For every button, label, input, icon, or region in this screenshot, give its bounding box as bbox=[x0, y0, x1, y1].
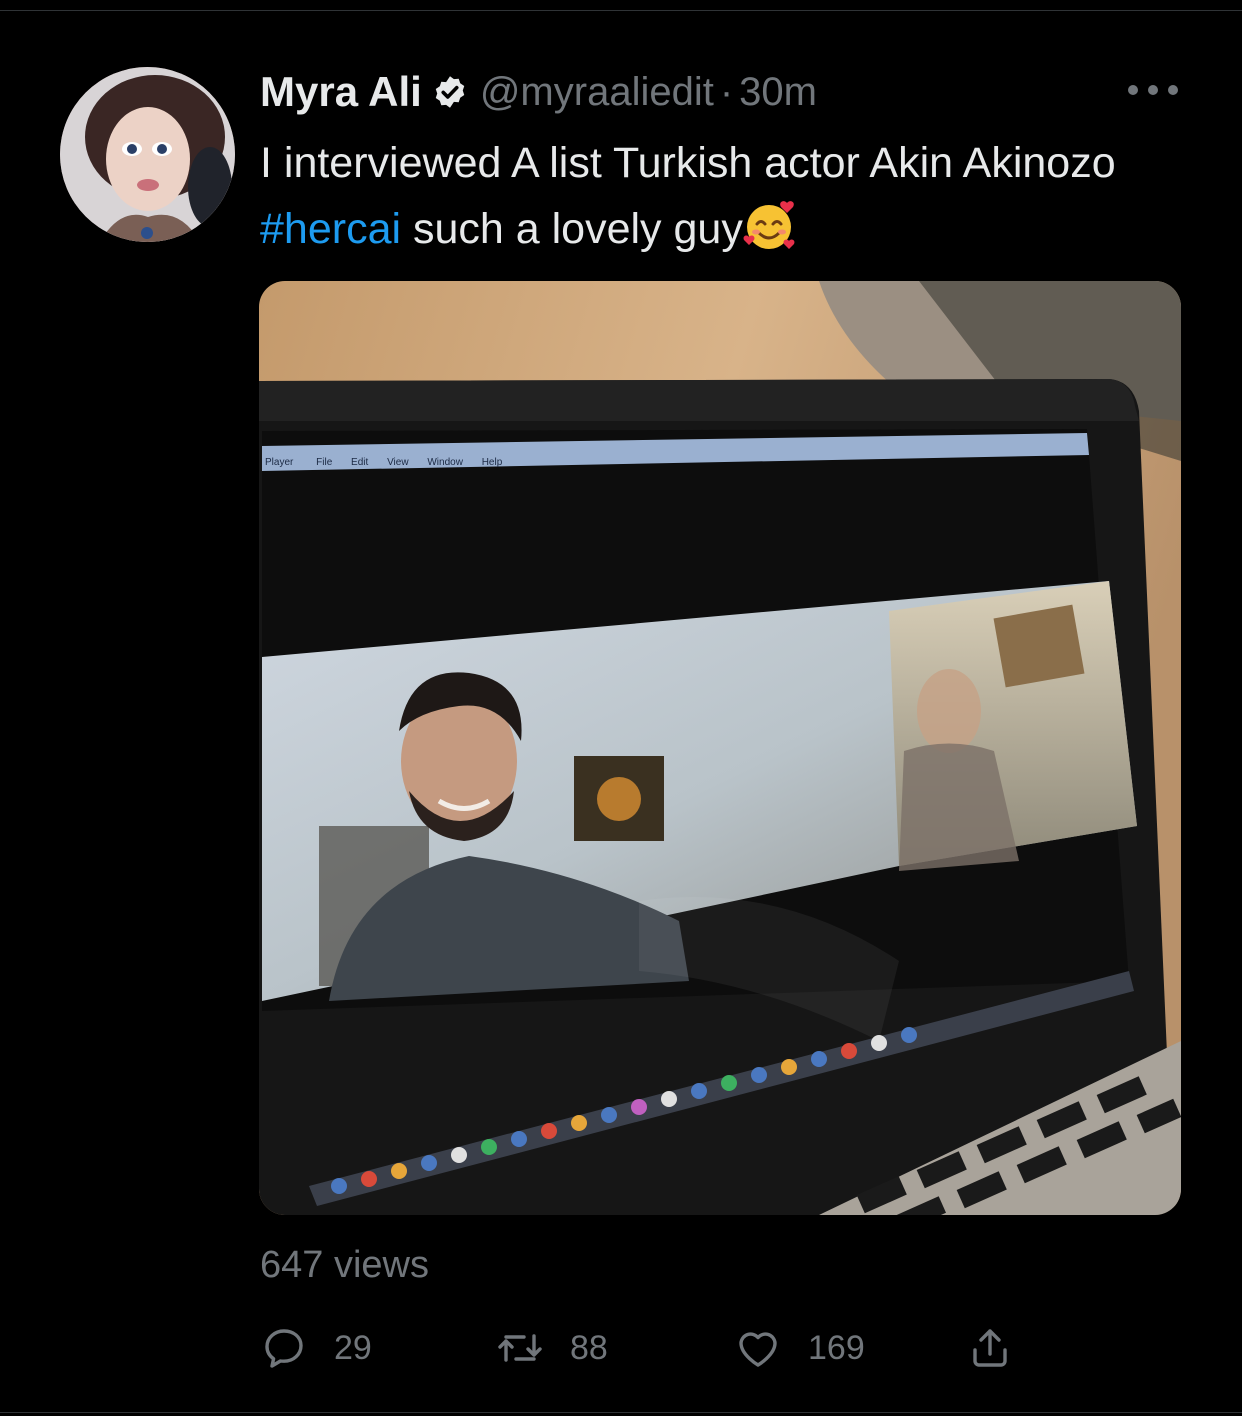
tweet-text-after: such a lovely guy bbox=[401, 205, 743, 253]
menu-window: Window bbox=[427, 457, 463, 468]
reply-icon bbox=[265, 1329, 303, 1368]
like-count: 169 bbox=[808, 1328, 865, 1367]
retweet-count: 88 bbox=[570, 1328, 608, 1367]
avatar[interactable] bbox=[60, 67, 235, 242]
menu-view: View bbox=[387, 457, 409, 468]
like-button[interactable]: 169 bbox=[734, 1318, 865, 1378]
tweet-text-before: I interviewed A list Turkish actor Akin … bbox=[260, 139, 1116, 187]
author-handle[interactable]: @myraaliedit bbox=[480, 70, 714, 115]
tweet-header: Myra Ali @myraaliedit · 30m bbox=[260, 68, 817, 116]
menu-edit: Edit bbox=[351, 457, 368, 468]
more-options-icon[interactable] bbox=[1128, 76, 1178, 104]
separator-dot: · bbox=[719, 69, 734, 114]
share-icon bbox=[973, 1329, 1007, 1367]
retweet-button[interactable]: 88 bbox=[496, 1318, 608, 1378]
bottom-divider bbox=[0, 1412, 1242, 1413]
tweet-media-photo[interactable]: Player File Edit View Window Help bbox=[259, 281, 1181, 1215]
retweet-icon bbox=[498, 1334, 542, 1362]
heart-icon bbox=[739, 1332, 777, 1367]
reply-button[interactable]: 29 bbox=[260, 1318, 372, 1378]
timestamp[interactable]: 30m bbox=[739, 70, 817, 115]
menu-file: File bbox=[316, 457, 333, 468]
smiling-face-with-hearts-icon bbox=[743, 197, 799, 253]
hashtag-link[interactable]: #hercai bbox=[260, 205, 401, 253]
share-button[interactable] bbox=[966, 1318, 1014, 1378]
view-count: 647 views bbox=[260, 1244, 429, 1286]
tweet-actions: 29 88 169 bbox=[260, 1318, 1060, 1378]
display-name[interactable]: Myra Ali bbox=[260, 68, 422, 116]
top-divider bbox=[0, 10, 1242, 11]
menu-help: Help bbox=[482, 457, 503, 468]
tweet-text: I interviewed A list Turkish actor Akin … bbox=[260, 130, 1160, 262]
menu-player: Player bbox=[265, 457, 294, 468]
verified-badge-icon bbox=[432, 74, 468, 110]
reply-count: 29 bbox=[334, 1328, 372, 1367]
